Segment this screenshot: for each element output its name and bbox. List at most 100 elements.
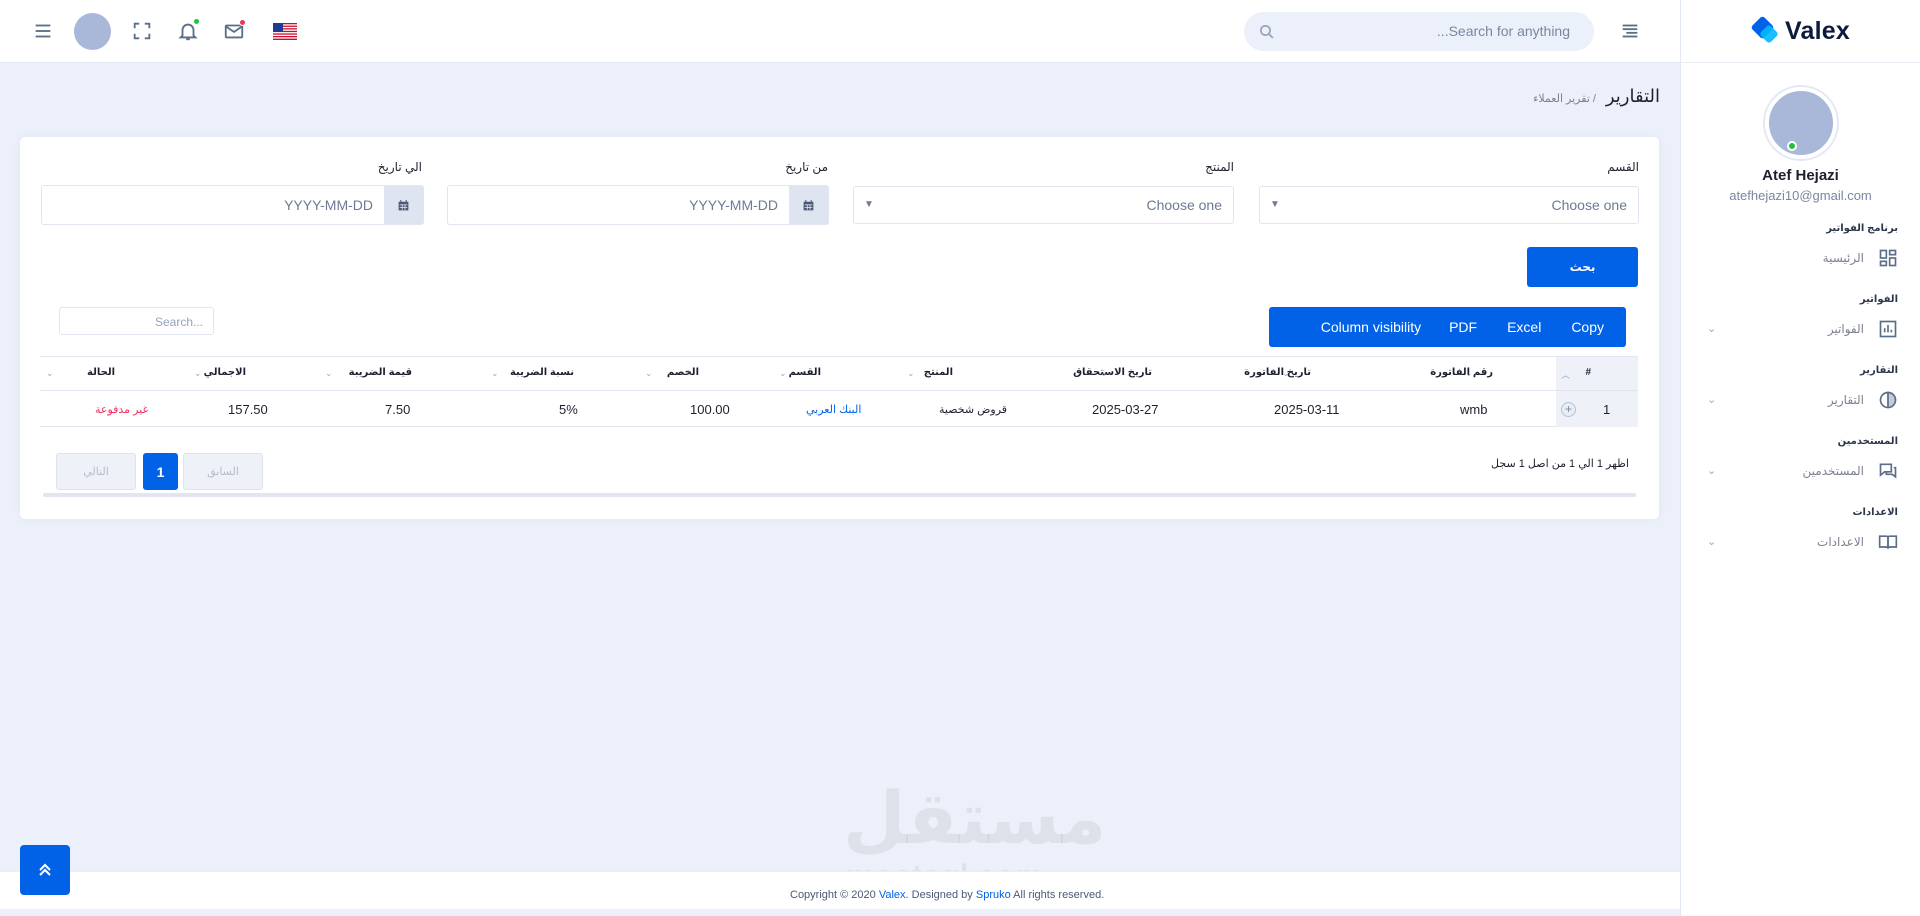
- sort-icon[interactable]: ⌄: [1282, 368, 1290, 379]
- page-title: التقارير: [1605, 86, 1660, 106]
- cell-product: قروض شخصية: [939, 404, 1008, 416]
- footer: Copyright © 2020 Valex. Designed by Spru…: [0, 871, 1680, 909]
- report-card: القسم Choose one ▼ المنتج Choose one ▼ م…: [20, 137, 1659, 519]
- sidebar-toggle-icon[interactable]: [1619, 20, 1641, 42]
- sidebar-item-label: الرئيسية: [1822, 251, 1864, 265]
- sidebar-item-label: الاعدادات: [1817, 535, 1864, 549]
- product-select[interactable]: Choose one ▼: [853, 186, 1234, 224]
- sort-icon[interactable]: ⌄: [779, 368, 787, 379]
- section-select-value: Choose one: [1551, 197, 1627, 213]
- th-tax-value[interactable]: قيمة الضريبة: [349, 367, 412, 378]
- header-search[interactable]: ...Search for anything: [1244, 12, 1594, 51]
- cell-index: 1: [1603, 402, 1611, 417]
- sort-icon[interactable]: ⌄: [1100, 368, 1108, 379]
- sidebar-item-settings[interactable]: الاعدادات ⌄: [1681, 526, 1920, 560]
- calendar-icon[interactable]: [384, 186, 423, 224]
- cell-tax-rate: 5%: [559, 402, 578, 417]
- table-search-input[interactable]: Search...: [59, 307, 214, 335]
- sidebar-item-label: التقارير: [1827, 393, 1864, 407]
- column-visibility-button[interactable]: Column visibility: [1321, 307, 1421, 347]
- to-date-input[interactable]: YYYY-MM-DD: [41, 185, 424, 225]
- caret-down-icon: ▼: [864, 199, 874, 210]
- sidebar-category-reports: التقارير: [1860, 365, 1898, 376]
- pie-chart-icon: [1879, 391, 1897, 409]
- cell-section-link[interactable]: البنك العربي: [806, 403, 861, 416]
- sidebar-item-invoices[interactable]: الفواتير ⌄: [1681, 313, 1920, 347]
- brand-name: Valex: [1785, 16, 1850, 45]
- invoice-chart-icon: [1879, 320, 1897, 338]
- mail-badge: [239, 19, 246, 26]
- to-date-label: الي تاريخ: [377, 160, 422, 174]
- product-select-value: Choose one: [1146, 197, 1222, 213]
- sort-icon[interactable]: ⌄: [645, 368, 653, 379]
- chat-users-icon: [1879, 463, 1897, 479]
- sort-icon[interactable]: ⌄: [491, 368, 499, 379]
- from-date-label: من تاريخ: [785, 160, 828, 174]
- sidebar: Valex Atef Hejazi atefhejazi10@gmail.com…: [1680, 0, 1920, 916]
- th-invoice-date[interactable]: تاريخ الفاتورة: [1244, 367, 1311, 378]
- th-invoice-number[interactable]: رقم الفاتورة: [1430, 367, 1493, 378]
- th-index[interactable]: #: [1585, 367, 1591, 378]
- th-status[interactable]: الحالة: [87, 367, 115, 378]
- header-user-avatar[interactable]: [74, 13, 111, 50]
- breadcrumb[interactable]: / تقرير العملاء: [1533, 92, 1596, 105]
- calendar-icon[interactable]: [789, 186, 828, 224]
- expand-row-icon[interactable]: +: [1561, 402, 1576, 417]
- th-total[interactable]: الاجمالي: [204, 367, 246, 378]
- brand-logo[interactable]: Valex: [1681, 0, 1920, 63]
- th-due-date[interactable]: تاريخ الاستحقاق: [1073, 367, 1152, 378]
- book-settings-icon: [1878, 535, 1898, 549]
- cell-due-date: 2025-03-27: [1092, 402, 1159, 417]
- sort-icon[interactable]: ⌄: [194, 368, 202, 379]
- sort-icon[interactable]: ⌄: [1465, 368, 1473, 379]
- section-select[interactable]: Choose one ▼: [1259, 186, 1639, 224]
- top-header: ...Search for anything: [0, 0, 1680, 63]
- sidebar-item-home[interactable]: الرئيسية: [1681, 242, 1920, 276]
- th-product[interactable]: المنتج: [924, 367, 953, 378]
- sort-icon[interactable]: ⌄: [46, 368, 54, 379]
- back-to-top-button[interactable]: [20, 845, 70, 895]
- footer-brand-link[interactable]: Valex: [879, 889, 906, 901]
- us-flag-icon[interactable]: [273, 23, 297, 40]
- table-horizontal-scrollbar[interactable]: [43, 493, 1636, 497]
- th-tax-rate[interactable]: نسبة الضريبة: [510, 367, 574, 378]
- table-row[interactable]: 1 wmb 2025-03-11 2025-03-27 قروض شخصية ا…: [40, 392, 1638, 427]
- sidebar-item-reports[interactable]: التقارير ⌄: [1681, 384, 1920, 418]
- sidebar-category-invoices-app: برنامج الفواتير: [1826, 223, 1898, 234]
- online-status-dot: [1786, 141, 1797, 151]
- user-avatar[interactable]: [1764, 87, 1837, 159]
- copy-button[interactable]: Copy: [1571, 307, 1604, 347]
- from-date-input[interactable]: YYYY-MM-DD: [447, 185, 829, 225]
- sort-icon[interactable]: ⌄: [325, 368, 333, 379]
- copyright-prefix: Copyright © 2020: [790, 889, 879, 901]
- sidebar-category-invoices: الفواتير: [1859, 294, 1898, 305]
- caret-down-icon: ▼: [1270, 199, 1280, 210]
- fullscreen-icon[interactable]: [131, 20, 153, 42]
- to-date-placeholder: YYYY-MM-DD: [284, 197, 373, 213]
- user-name: Atef Hejazi: [1762, 167, 1839, 184]
- th-section[interactable]: القسم: [789, 367, 821, 378]
- sidebar-item-label: المستخدمين: [1802, 464, 1864, 478]
- cell-status-unpaid: غير مدفوعة: [95, 404, 149, 416]
- sidebar-category-users: المستخدمين: [1837, 436, 1898, 447]
- sort-asc-icon[interactable]: ︿: [1561, 368, 1570, 381]
- th-discount[interactable]: الخصم: [667, 367, 699, 378]
- previous-page-button[interactable]: السابق: [183, 453, 263, 490]
- header-search-placeholder: ...Search for anything: [1436, 23, 1570, 39]
- page-1-button[interactable]: 1: [143, 453, 178, 490]
- sidebar-item-users[interactable]: المستخدمين ⌄: [1681, 455, 1920, 489]
- footer-designer-link[interactable]: Spruko: [976, 889, 1011, 901]
- user-profile: Atef Hejazi atefhejazi10@gmail.com: [1681, 63, 1920, 203]
- copyright-text: Copyright © 2020 Valex. Designed by Spru…: [790, 889, 1104, 901]
- copyright-suffix: All rights reserved.: [1010, 889, 1105, 901]
- sort-icon[interactable]: ⌄: [907, 368, 915, 379]
- logo-mark-icon: [1750, 15, 1781, 46]
- next-page-button[interactable]: التالي: [56, 453, 136, 490]
- search-button[interactable]: بحث: [1527, 247, 1638, 287]
- search-icon[interactable]: [1258, 23, 1275, 40]
- copyright-middle: . Designed by: [905, 889, 976, 901]
- excel-button[interactable]: Excel: [1507, 307, 1541, 347]
- menu-icon[interactable]: [32, 20, 54, 42]
- chevron-down-icon: ⌄: [1707, 394, 1717, 406]
- pdf-button[interactable]: PDF: [1449, 307, 1477, 347]
